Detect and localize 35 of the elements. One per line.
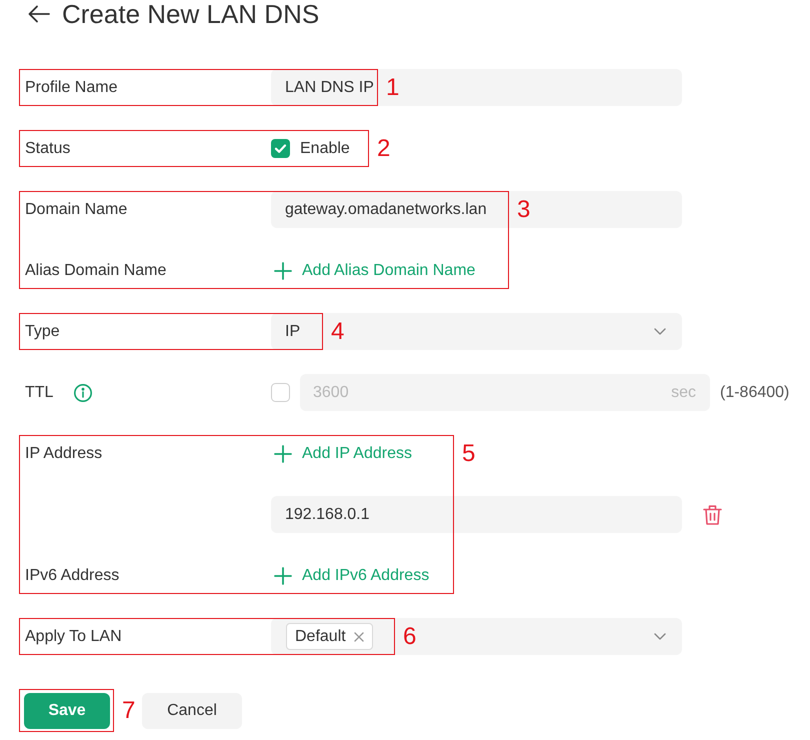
annotation-number: 5 [462,438,476,468]
page-title: Create New LAN DNS [62,0,320,28]
close-icon[interactable] [354,632,364,642]
annotation-number: 1 [386,72,400,102]
annotation-number: 7 [122,696,136,726]
annotation-number: 4 [331,316,344,346]
field-label: Status [25,138,70,158]
field-label: TTL [25,382,54,402]
info-icon[interactable] [74,384,92,402]
lan-tag[interactable]: Default [286,623,373,650]
plus-icon [274,262,292,280]
checkbox[interactable] [271,383,290,402]
field-label: Domain Name [25,200,128,220]
field-label: IP Address [25,444,102,464]
plus-icon [274,566,292,584]
field-label: Profile Name [25,78,118,98]
cancel-button[interactable]: Cancel [142,693,242,729]
annotation-number: 6 [403,622,416,652]
unit-label: sec [671,382,696,402]
ip-address-field[interactable]: 192.168.0.1 [271,496,682,533]
checkbox-label[interactable]: Enable [300,136,350,160]
plus-icon [274,444,292,462]
field-label: Type [25,322,60,342]
field-label: Apply To LAN [25,626,122,646]
field-label: IPv6 Address [25,566,120,586]
chevron-down-icon [654,328,666,335]
checkbox[interactable] [271,139,290,158]
chevron-down-icon [654,633,666,640]
trash-icon [703,504,722,524]
range-hint: (1-86400) [720,382,790,402]
field-label: Alias Domain Name [25,260,166,280]
annotation-number: 2 [377,134,390,164]
back-arrow-icon[interactable] [28,5,50,23]
annotation-number: 3 [517,194,530,224]
delete-button[interactable] [703,504,722,524]
